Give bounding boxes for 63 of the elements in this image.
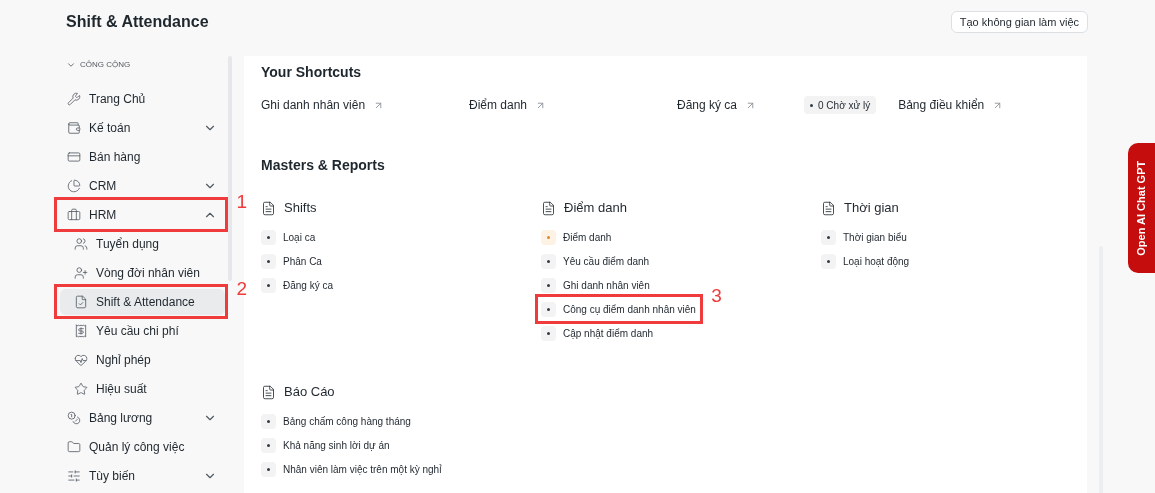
star-icon — [74, 381, 88, 396]
wallet-icon — [67, 120, 81, 135]
sidebar-item[interactable]: Vòng đời nhân viên — [60, 259, 225, 286]
document-icon — [541, 200, 556, 216]
step-number: 2 — [236, 279, 247, 298]
document-icon — [261, 200, 276, 216]
sidebar-item[interactable]: HRM — [60, 201, 225, 228]
report-link[interactable]: Công cụ điểm danh nhân viên — [541, 297, 700, 321]
user-plus-icon — [74, 265, 88, 280]
sidebar-item[interactable]: Shift & Attendance — [60, 288, 225, 315]
shortcut-link[interactable]: Đăng ký ca — [677, 96, 757, 114]
shortcut-link[interactable]: Điểm danh — [469, 96, 547, 114]
step-number: 1 — [236, 192, 247, 211]
section-label: CÔNG CỘNG — [80, 59, 131, 71]
briefcase-icon — [67, 207, 81, 222]
coins-icon — [67, 410, 81, 425]
document-icon — [821, 200, 836, 216]
card-title: Shifts — [284, 199, 317, 218]
document-check-icon — [74, 294, 88, 309]
sidebar-item[interactable]: Quản lý công việc — [60, 433, 225, 460]
report-link[interactable]: Bảng chấm công hàng tháng — [261, 409, 415, 433]
section-title: Your Shortcuts — [261, 64, 363, 80]
card-icon — [67, 149, 81, 164]
report-link[interactable]: Cập nhật điểm danh — [541, 321, 658, 345]
sidebar-item[interactable]: Kế toán — [60, 114, 225, 141]
shortcut-link[interactable]: Ghi danh nhân viên — [261, 96, 385, 114]
sliders-icon — [67, 468, 81, 483]
sidebar-item[interactable]: Tuyển dụng — [60, 230, 225, 257]
report-link[interactable]: Đăng ký ca — [261, 273, 338, 297]
report-link[interactable]: Phân Ca — [261, 249, 326, 273]
shortcut-link[interactable]: Bảng điều khiển — [898, 96, 1004, 114]
sidebar-item[interactable]: Yêu cầu chi phí — [60, 317, 225, 344]
report-link[interactable]: Thời gian biểu — [821, 225, 911, 249]
chat-side-tab[interactable]: Open AI Chat GPT — [1128, 143, 1155, 273]
sidebar-item[interactable]: Trang Chủ — [60, 85, 225, 112]
report-link[interactable]: Loại hoạt động — [821, 249, 914, 273]
report-link[interactable]: Loại ca — [261, 225, 320, 249]
report-link[interactable]: Ghi danh nhân viên — [541, 273, 654, 297]
heart-icon — [74, 352, 88, 367]
sidebar-item[interactable]: Tùy biến — [60, 462, 225, 489]
page-title: Shift & Attendance — [66, 12, 209, 32]
create-workspace-button[interactable]: Tạo không gian làm việc — [950, 11, 1088, 33]
folder-icon — [67, 439, 81, 454]
report-link[interactable]: Nhân viên làm việc trên một kỳ nghỉ — [261, 457, 446, 481]
pie-chart-icon — [67, 178, 81, 193]
report-link[interactable]: Khả năng sinh lời dự án — [261, 433, 394, 457]
sidebar-item[interactable]: Hiệu suất — [60, 375, 225, 402]
card-title: Điểm danh — [564, 199, 627, 218]
card-title: Thời gian — [844, 199, 899, 218]
step-number: 3 — [711, 286, 722, 305]
document-icon — [261, 384, 276, 400]
sidebar-item[interactable]: CRM — [60, 172, 225, 199]
report-link[interactable]: Điểm danh — [541, 225, 616, 249]
sidebar-item[interactable]: Nghỉ phép — [60, 346, 225, 373]
receipt-icon — [74, 323, 88, 338]
users-icon — [74, 236, 88, 251]
section-title: Masters & Reports — [261, 157, 386, 173]
tools-icon — [67, 91, 81, 106]
count-badge: 0 Chờ xử lý — [804, 96, 877, 114]
card-title: Báo Cáo — [284, 383, 335, 402]
report-link[interactable]: Yêu cầu điểm danh — [541, 249, 654, 273]
sidebar-item[interactable]: Bán hàng — [60, 143, 225, 170]
sidebar-item[interactable]: Bảng lương — [60, 404, 225, 431]
